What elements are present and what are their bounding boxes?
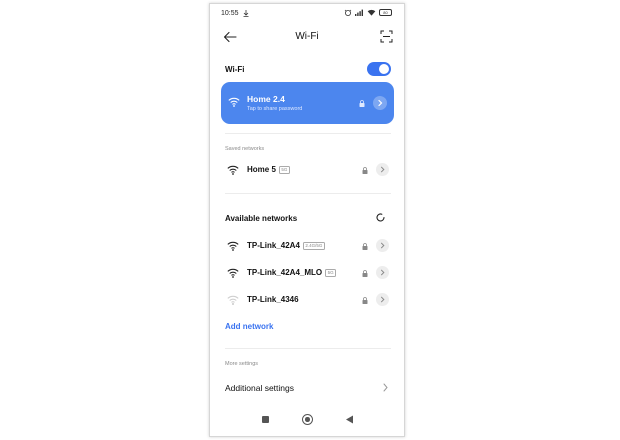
divider — [225, 348, 391, 349]
connected-network-subtitle: Tap to share password — [247, 106, 303, 112]
available-network-row[interactable]: TP-Link_42A4_MLO 5G — [225, 265, 391, 281]
connected-network-name: Home 2.4 — [247, 94, 285, 104]
connected-network-card[interactable]: Home 2.4 Tap to share password — [221, 82, 394, 124]
phone-screen: 10:55 80 Wi-Fi Wi-Fi Home 2.4 Tap to sha… — [209, 3, 405, 437]
network-name: TP-Link_42A4_MLO 5G — [247, 268, 337, 277]
lock-icon — [362, 297, 368, 304]
wifi-signal-icon — [228, 97, 240, 107]
network-name-text: Home 5 — [247, 165, 276, 174]
available-network-row[interactable]: TP-Link_42A4 2.4G/5G — [225, 238, 391, 254]
wifi-toggle-row: Wi-Fi — [225, 62, 391, 76]
qr-scan-icon[interactable] — [380, 30, 393, 43]
lock-icon — [362, 243, 368, 250]
network-details-button[interactable] — [376, 266, 389, 279]
download-icon — [243, 10, 249, 17]
network-name-text: TP-Link_42A4_MLO — [247, 268, 323, 277]
chevron-right-icon — [381, 242, 385, 249]
wifi-status-icon — [367, 9, 376, 16]
wifi-toggle-switch[interactable] — [367, 62, 391, 76]
home-button[interactable] — [302, 414, 313, 425]
additional-settings-label: Additional settings — [225, 383, 294, 393]
add-network-link[interactable]: Add network — [225, 322, 273, 331]
status-icons: 80 — [344, 9, 392, 16]
cellular-signal-icon — [355, 9, 363, 16]
battery-icon: 80 — [379, 9, 392, 16]
network-details-button[interactable] — [376, 163, 389, 176]
available-networks-title: Available networks — [225, 214, 298, 223]
lock-icon — [362, 270, 368, 277]
network-name: TP-Link_4346 — [247, 295, 299, 304]
toggle-knob — [379, 64, 389, 74]
saved-network-row[interactable]: Home 5 5G — [225, 162, 391, 178]
network-name: Home 5 5G — [247, 165, 290, 174]
band-badge: 5G — [278, 165, 290, 174]
network-name-text: TP-Link_42A4 — [247, 241, 300, 250]
saved-networks-label: Saved networks — [225, 146, 265, 152]
chevron-right-icon — [381, 166, 385, 173]
more-settings-label: More settings — [225, 361, 259, 367]
chevron-right-icon — [378, 99, 383, 107]
lock-icon — [359, 100, 365, 107]
recents-button[interactable] — [262, 416, 269, 423]
network-name-text: TP-Link_4346 — [247, 295, 299, 304]
band-badge: 2.4G/5G — [302, 241, 325, 250]
chevron-right-icon — [383, 383, 388, 392]
available-network-row[interactable]: TP-Link_4346 — [225, 292, 391, 308]
divider — [225, 133, 391, 134]
wifi-signal-icon — [227, 165, 239, 175]
wifi-signal-icon — [227, 268, 239, 278]
lock-icon — [362, 167, 368, 174]
refresh-icon[interactable] — [375, 212, 386, 223]
wifi-toggle-label: Wi-Fi — [225, 65, 245, 74]
network-details-button[interactable] — [376, 293, 389, 306]
back-triangle-icon[interactable] — [345, 415, 354, 424]
alarm-icon — [344, 9, 352, 16]
network-name: TP-Link_42A4 2.4G/5G — [247, 241, 325, 250]
status-time: 10:55 — [221, 10, 239, 17]
page-title: Wi-Fi — [295, 31, 319, 42]
divider — [225, 193, 391, 194]
band-badge: 5G — [325, 268, 337, 277]
additional-settings-row[interactable]: Additional settings — [225, 380, 391, 394]
wifi-signal-icon — [227, 241, 239, 251]
chevron-right-icon — [381, 296, 385, 303]
wifi-weak-signal-icon — [227, 295, 239, 305]
status-bar: 10:55 80 — [210, 4, 404, 22]
chevron-right-icon — [381, 269, 385, 276]
top-bar: Wi-Fi — [210, 26, 404, 48]
network-details-button[interactable] — [376, 239, 389, 252]
navigation-bar — [210, 412, 404, 428]
network-details-button[interactable] — [373, 96, 387, 110]
